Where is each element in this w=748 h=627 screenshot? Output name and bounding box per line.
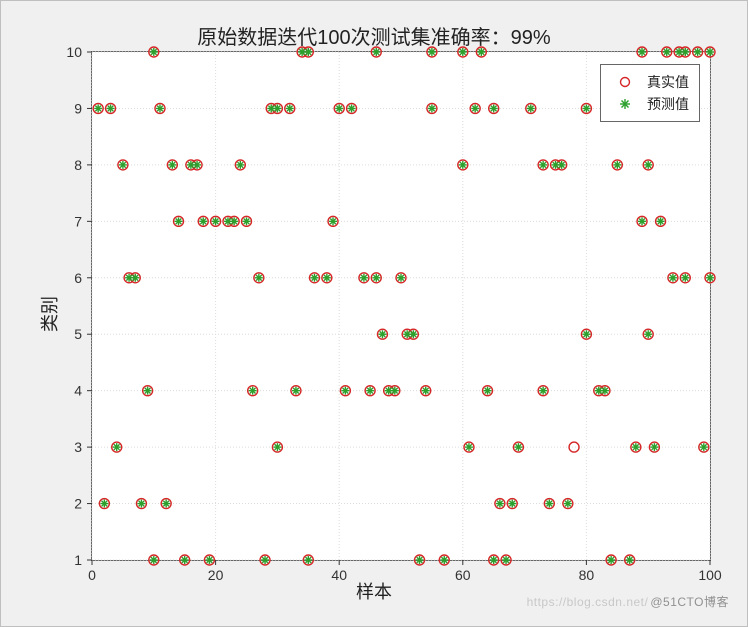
grid-lines [92,52,710,560]
figure: 原始数据迭代100次测试集准确率：99% 类别 020406080100 123… [0,0,748,627]
svg-text:4: 4 [74,383,82,399]
plot-axes: 020406080100 12345678910 真实值 [91,51,711,561]
legend-entry-pred: 预测值 [611,93,689,115]
svg-text:5: 5 [74,326,82,342]
legend-label-pred: 预测值 [647,94,689,114]
svg-text:3: 3 [74,439,82,455]
legend-swatch-circle-icon [611,73,639,91]
predicted-values-series [94,48,714,564]
svg-text:1: 1 [74,552,82,568]
x-axis-label: 样本 [1,578,747,604]
svg-text:9: 9 [74,100,82,116]
svg-text:2: 2 [74,496,82,512]
true-values-series [93,47,715,565]
y-ticks: 1 2 3 4 5 6 7 8 9 10 [66,44,92,568]
y-axis-label: 类别 [36,296,62,332]
legend-entry-true: 真实值 [611,71,689,93]
svg-text:8: 8 [74,157,82,173]
legend-label-true: 真实值 [647,72,689,92]
svg-text:6: 6 [74,270,82,286]
chart-title: 原始数据迭代100次测试集准确率：99% [1,21,747,50]
plot-svg: 020406080100 12345678910 [92,52,710,560]
legend-swatch-asterisk-icon [611,95,639,113]
svg-text:7: 7 [74,213,82,229]
legend: 真实值 预测值 [600,64,700,122]
svg-text:10: 10 [66,44,82,60]
